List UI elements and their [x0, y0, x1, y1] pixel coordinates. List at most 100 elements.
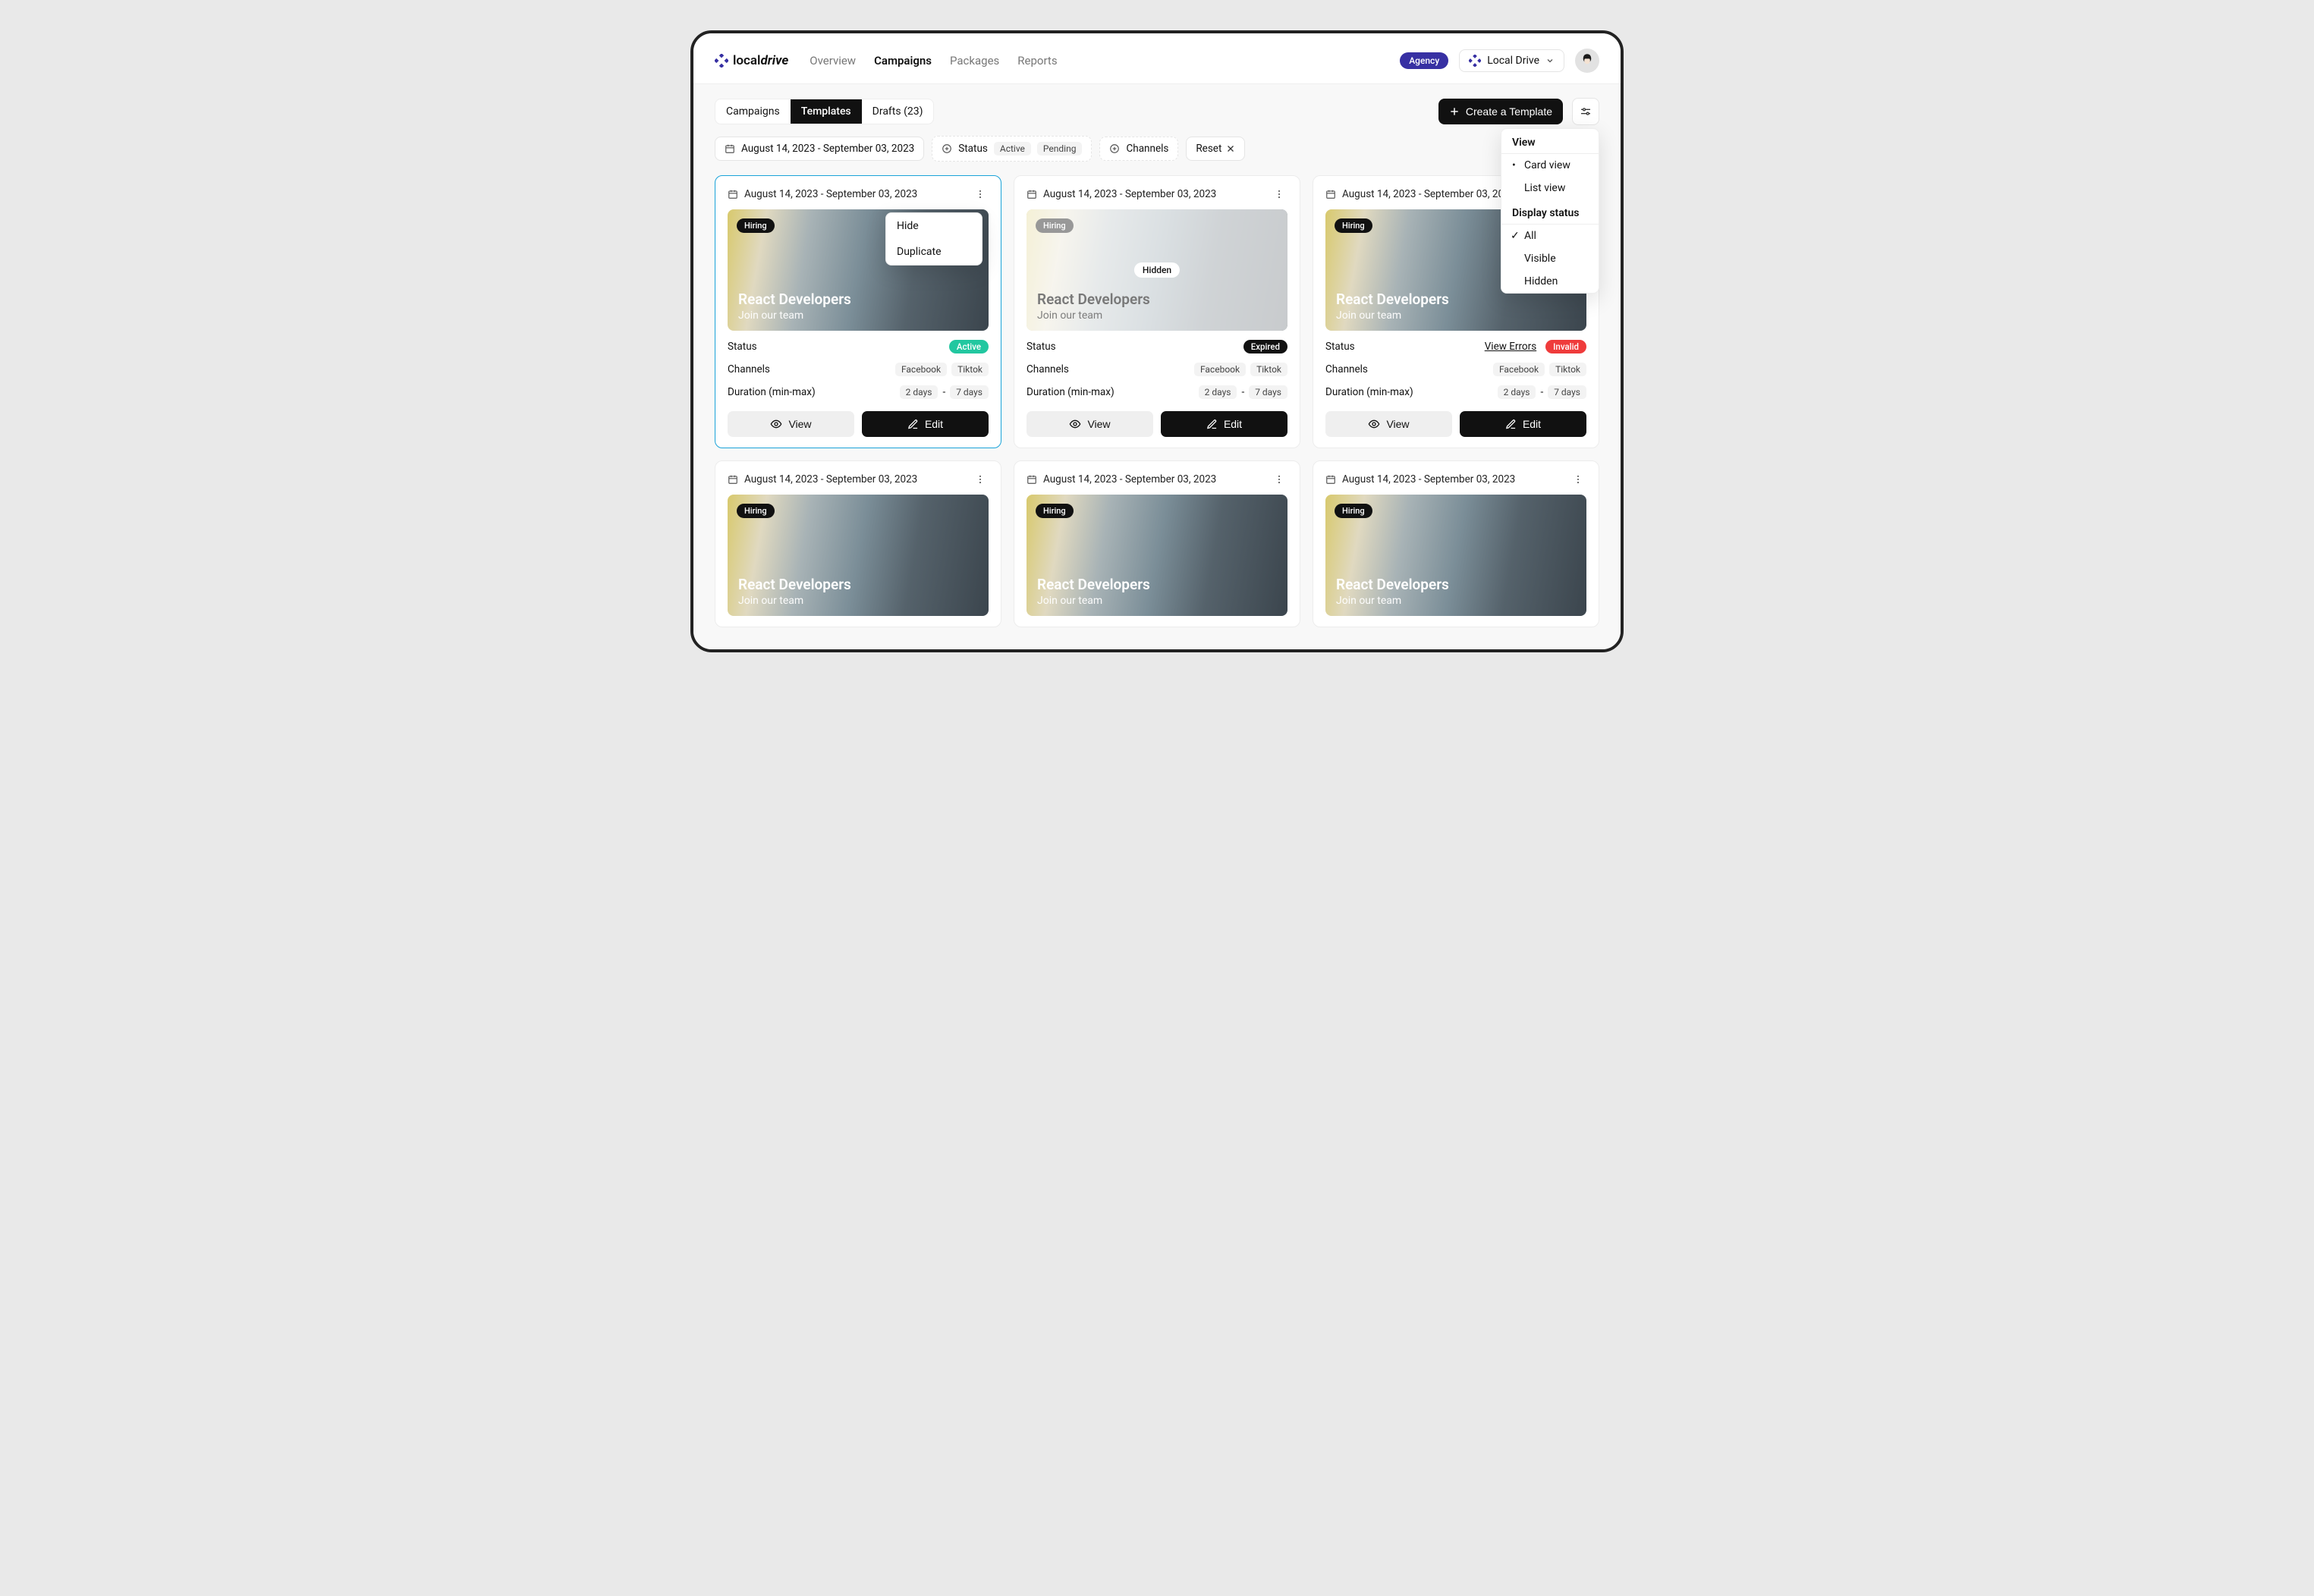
view-button[interactable]: View	[728, 411, 854, 437]
segmented-tabs: Campaigns Templates Drafts (23)	[715, 99, 934, 124]
meta-status: StatusView ErrorsInvalid	[1325, 340, 1586, 353]
status-badge: Invalid	[1545, 340, 1586, 353]
card-subtitle: Join our team	[1037, 309, 1277, 322]
meta-duration: Duration (min-max)2 days-7 days	[728, 385, 989, 399]
calendar-icon	[725, 143, 735, 154]
card-more-button[interactable]	[1573, 474, 1586, 485]
tab-campaigns[interactable]: Campaigns	[715, 99, 791, 124]
nav-reports[interactable]: Reports	[1017, 54, 1057, 68]
hiring-tag: Hiring	[1335, 504, 1372, 518]
option-display-visible[interactable]: Visible	[1501, 247, 1599, 270]
meta-channels: ChannelsFacebookTiktok	[1325, 363, 1586, 376]
edit-icon	[907, 419, 919, 430]
card-more-button[interactable]	[1274, 189, 1287, 200]
card-more-button[interactable]	[975, 189, 989, 200]
edit-button[interactable]: Edit	[1460, 411, 1586, 437]
hiring-tag: Hiring	[737, 504, 775, 518]
card-hero: HiringReact DevelopersJoin our team	[1027, 495, 1287, 616]
view-button[interactable]: View	[1027, 411, 1153, 437]
template-card[interactable]: August 14, 2023 - September 03, 2023Hiri…	[1014, 175, 1300, 448]
edit-button[interactable]: Edit	[1161, 411, 1287, 437]
eye-icon	[1368, 418, 1380, 430]
view-settings-popover: View Card view List view Display status …	[1501, 128, 1599, 294]
card-more-button[interactable]	[975, 474, 989, 485]
status-badge: Active	[949, 340, 989, 353]
card-header: August 14, 2023 - September 03, 2023	[1027, 473, 1287, 485]
card-more-button[interactable]	[1274, 474, 1287, 485]
duration-label: Duration (min-max)	[728, 386, 816, 398]
template-card[interactable]: August 14, 2023 - September 03, 2023Hiri…	[715, 175, 1001, 448]
option-display-all[interactable]: All	[1501, 225, 1599, 247]
filters-row: August 14, 2023 - September 03, 2023 Sta…	[715, 136, 1599, 162]
filter-channels[interactable]: Channels	[1099, 137, 1178, 161]
channels-label: Channels	[1027, 363, 1069, 375]
workspace-name: Local Drive	[1487, 55, 1539, 67]
eye-icon	[1069, 418, 1081, 430]
menu-hide[interactable]: Hide	[886, 213, 982, 239]
filter-date-range-label: August 14, 2023 - September 03, 2023	[741, 143, 914, 155]
filter-status-value-pending: Pending	[1037, 142, 1083, 156]
template-card[interactable]: August 14, 2023 - September 03, 2023 Hiri…	[1313, 460, 1599, 627]
calendar-icon	[1325, 474, 1336, 485]
avatar[interactable]	[1575, 49, 1599, 73]
card-date: August 14, 2023 - September 03, 2023	[744, 473, 917, 485]
filter-date-range[interactable]: August 14, 2023 - September 03, 2023	[715, 137, 924, 161]
filter-status-label: Status	[958, 143, 988, 155]
nav-packages[interactable]: Packages	[950, 54, 999, 68]
plus-circle-icon	[942, 143, 952, 154]
channel-pill: Facebook	[1194, 363, 1246, 376]
card-header: August 14, 2023 - September 03, 2023	[728, 188, 989, 200]
duration-min: 2 days	[1498, 385, 1536, 399]
duration-label: Duration (min-max)	[1027, 386, 1115, 398]
channel-pill: Tiktok	[1549, 363, 1586, 376]
chevron-down-icon	[1545, 56, 1555, 65]
status-label: Status	[1027, 341, 1056, 353]
filter-status[interactable]: Status Active Pending	[932, 136, 1092, 162]
hidden-badge: Hidden	[1134, 262, 1180, 278]
edit-button[interactable]: Edit	[862, 411, 989, 437]
logo-text: localdrive	[733, 53, 788, 68]
meta-status: StatusActive	[728, 340, 989, 353]
menu-duplicate[interactable]: Duplicate	[886, 239, 982, 265]
filter-reset[interactable]: Reset	[1186, 137, 1245, 161]
status-badge: Expired	[1243, 340, 1287, 353]
plus-circle-icon	[1109, 143, 1120, 154]
hiring-tag: Hiring	[1335, 218, 1372, 233]
edit-icon	[1206, 419, 1218, 430]
template-card[interactable]: August 14, 2023 - September 03, 2023 Hiri…	[1014, 460, 1300, 627]
channels-label: Channels	[728, 363, 770, 375]
calendar-icon	[1325, 189, 1336, 200]
header: localdrive Overview Campaigns Packages R…	[693, 33, 1621, 84]
tab-templates[interactable]: Templates	[791, 99, 862, 124]
view-settings-button[interactable]	[1572, 98, 1599, 125]
workspace-select[interactable]: Local Drive	[1459, 49, 1564, 72]
nav-overview[interactable]: Overview	[810, 54, 856, 68]
option-card-view[interactable]: Card view	[1501, 154, 1599, 177]
logo[interactable]: localdrive	[715, 53, 788, 68]
option-list-view[interactable]: List view	[1501, 177, 1599, 200]
duration-max: 7 days	[1249, 385, 1287, 399]
template-card[interactable]: August 14, 2023 - September 03, 2023 Hiri…	[715, 460, 1001, 627]
channel-pill: Facebook	[895, 363, 947, 376]
option-display-hidden[interactable]: Hidden	[1501, 270, 1599, 293]
agency-badge: Agency	[1400, 52, 1448, 69]
card-header: August 14, 2023 - September 03, 2023	[1325, 473, 1586, 485]
create-template-label: Create a Template	[1466, 105, 1552, 118]
create-template-button[interactable]: Create a Template	[1438, 99, 1563, 124]
card-title: React Developers	[1336, 576, 1576, 593]
card-date: August 14, 2023 - September 03, 2023	[1342, 188, 1515, 200]
card-header: August 14, 2023 - September 03, 2023	[1027, 188, 1287, 200]
card-date: August 14, 2023 - September 03, 2023	[1043, 188, 1216, 200]
nav-campaigns[interactable]: Campaigns	[874, 54, 932, 68]
tab-drafts[interactable]: Drafts (23)	[862, 99, 934, 124]
duration-max: 7 days	[1548, 385, 1586, 399]
channels-label: Channels	[1325, 363, 1368, 375]
view-button[interactable]: View	[1325, 411, 1452, 437]
view-errors-link[interactable]: View Errors	[1485, 341, 1536, 353]
meta-duration: Duration (min-max)2 days-7 days	[1325, 385, 1586, 399]
header-right: Agency Local Drive	[1400, 49, 1599, 73]
duration-max: 7 days	[950, 385, 989, 399]
popover-view-title: View	[1501, 129, 1599, 153]
hiring-tag: Hiring	[1036, 504, 1074, 518]
card-subtitle: Join our team	[1336, 309, 1576, 322]
